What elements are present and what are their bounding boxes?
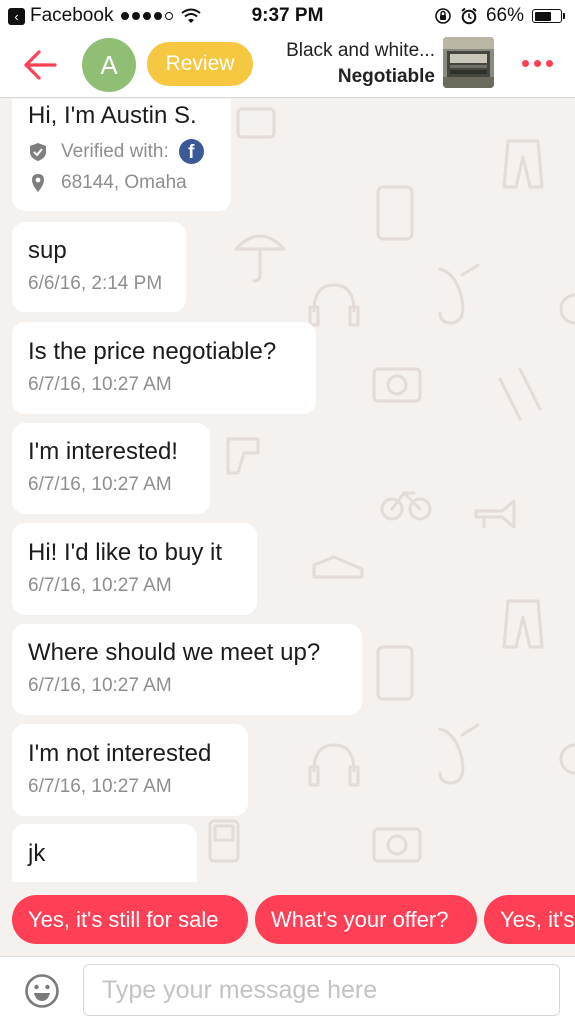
message-timestamp: 6/7/16, 10:27 AM [28, 575, 172, 596]
seller-profile-card: Hi, I'm Austin S. Verified with: f 68144… [12, 99, 231, 211]
listing-title: Black and white... [286, 40, 435, 61]
message-list[interactable]: Hi, I'm Austin S. Verified with: f 68144… [0, 99, 575, 882]
location-row: 68144, Omaha [28, 172, 215, 194]
battery-percent: 66% [485, 5, 524, 26]
shield-check-icon [30, 142, 46, 161]
facebook-icon: f [178, 139, 204, 164]
status-bar: ‹ Facebook 9:37 PM 66% [0, 0, 575, 32]
message-timestamp: 6/7/16, 10:27 AM [28, 374, 172, 395]
more-options-icon[interactable] [522, 60, 553, 67]
avatar[interactable]: A [82, 38, 136, 92]
message-timestamp: 6/6/16, 2:14 PM [28, 273, 163, 294]
message-bubble[interactable]: Hi! I'd like to buy it 6/7/16, 10:27 AM [12, 523, 257, 615]
message-timestamp: 6/7/16, 10:27 AM [28, 675, 172, 696]
message-text: Where should we meet up? [28, 639, 321, 666]
message-bubble[interactable]: Is the price negotiable? 6/7/16, 10:27 A… [12, 322, 316, 414]
location-text: 68144, Omaha [61, 172, 187, 193]
quick-reply-whats-your-offer[interactable]: What's your offer? [255, 895, 477, 944]
quick-reply-bar: Yes, it's still for sale What's your off… [0, 882, 575, 956]
listing-price: Negotiable [337, 66, 435, 87]
quick-reply-still-for-sale[interactable]: Yes, it's still for sale [12, 895, 248, 944]
back-app-label: Facebook [30, 5, 114, 26]
message-text: Is the price negotiable? [28, 338, 277, 365]
battery-fill [534, 11, 551, 21]
message-bubble[interactable]: I'm interested! 6/7/16, 10:27 AM [12, 423, 210, 514]
signal-strength-icon [121, 12, 174, 20]
message-bubble[interactable]: I'm not interested 6/7/16, 10:27 AM [12, 724, 248, 816]
message-bubble[interactable]: sup 6/6/16, 2:14 PM [12, 222, 186, 312]
profile-greeting: Hi, I'm Austin S. [28, 102, 197, 129]
message-timestamp: 6/7/16, 10:27 AM [28, 776, 172, 797]
alarm-icon [461, 7, 477, 25]
back-arrow-icon[interactable] [22, 48, 58, 82]
message-text: sup [28, 237, 67, 264]
orientation-lock-icon [435, 8, 451, 24]
message-text: Hi! I'd like to buy it [28, 539, 222, 566]
quick-reply-partial[interactable]: Yes, it's [484, 895, 575, 944]
smiley-icon[interactable] [24, 973, 60, 1009]
message-text: I'm interested! [28, 438, 178, 465]
message-composer [0, 956, 575, 1024]
message-text: I'm not interested [28, 740, 212, 767]
message-input[interactable] [83, 964, 560, 1016]
message-text: jk [28, 840, 46, 867]
verified-label: Verified with: [61, 140, 169, 162]
listing-summary[interactable]: Black and white... Negotiable [286, 38, 435, 90]
listing-thumbnail[interactable] [443, 37, 494, 88]
verified-row: Verified with: f [28, 139, 215, 164]
chat-header: A Review Black and white... Negotiable [0, 32, 575, 98]
message-timestamp: 6/7/16, 10:27 AM [28, 474, 172, 495]
back-to-app[interactable]: ‹ Facebook [8, 5, 113, 27]
review-button[interactable]: Review [147, 42, 253, 86]
message-bubble[interactable]: jk [12, 824, 197, 882]
wifi-icon [181, 8, 202, 23]
battery-icon [532, 9, 565, 23]
map-pin-icon [32, 174, 44, 192]
message-bubble[interactable]: Where should we meet up? 6/7/16, 10:27 A… [12, 624, 362, 715]
back-chevron-icon: ‹ [8, 7, 25, 25]
